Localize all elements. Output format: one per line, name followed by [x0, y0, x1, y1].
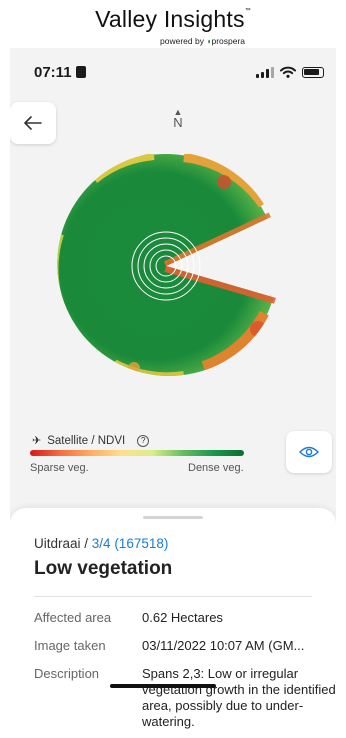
eye-icon	[299, 446, 319, 458]
ndvi-gradient-legend	[30, 450, 244, 456]
home-indicator[interactable]	[110, 684, 216, 688]
trademark-mark: ™	[244, 8, 251, 14]
detail-label: Affected area	[34, 610, 112, 625]
wifi-icon	[280, 66, 296, 78]
north-indicator: ▲ N	[170, 108, 186, 130]
layer-selector[interactable]: ✈ Satellite / NDVI ?	[32, 434, 150, 447]
id-badge-icon	[75, 66, 86, 78]
visibility-toggle-button[interactable]	[286, 431, 332, 473]
insight-title: Low vegetation	[34, 558, 173, 579]
legend-sparse-label: Sparse veg.	[30, 462, 89, 474]
phone-screen: 07:11 ▲ N ✈ Satellite / NDVI ? Sparse ve…	[10, 48, 336, 738]
detail-value: 0.62 Hectares	[142, 610, 223, 625]
field-ndvi-map[interactable]	[54, 154, 278, 378]
divider	[34, 596, 312, 597]
layer-label: Satellite / NDVI	[47, 434, 126, 447]
detail-value: 03/11/2022 10:07 AM (GM...	[142, 638, 305, 653]
detail-label: Description	[34, 666, 100, 681]
satellite-icon: ✈	[32, 435, 42, 447]
brand-powered-by: powered by ◖prospera	[160, 36, 246, 46]
legend-dense-label: Dense veg.	[188, 462, 244, 474]
breadcrumb: Uitdraai / 3/4 (167518)	[34, 536, 168, 551]
details-sheet: Uitdraai / 3/4 (167518) Low vegetation A…	[10, 508, 336, 738]
detail-value: Spans 2,3: Low or irregular vegetation g…	[142, 666, 336, 729]
cell-signal-icon	[256, 66, 274, 78]
breadcrumb-span-link[interactable]: 3/4 (167518)	[92, 536, 169, 551]
brand-header: Valley Insights™ powered by ◖prospera	[0, 0, 346, 50]
status-icons	[256, 66, 324, 78]
breadcrumb-field: Uitdraai /	[34, 536, 89, 551]
status-time: 07:11	[34, 64, 86, 81]
brand-title: Valley Insights™	[95, 6, 251, 32]
back-button[interactable]	[10, 102, 56, 144]
status-bar: 07:11	[10, 62, 336, 86]
detail-label: Image taken	[34, 638, 106, 653]
battery-icon	[302, 66, 324, 78]
partner-name: prospera	[211, 36, 246, 46]
arrow-left-icon	[24, 116, 42, 130]
help-icon[interactable]: ?	[137, 434, 150, 447]
sheet-drag-handle[interactable]	[143, 516, 203, 519]
north-label: N	[173, 115, 183, 130]
